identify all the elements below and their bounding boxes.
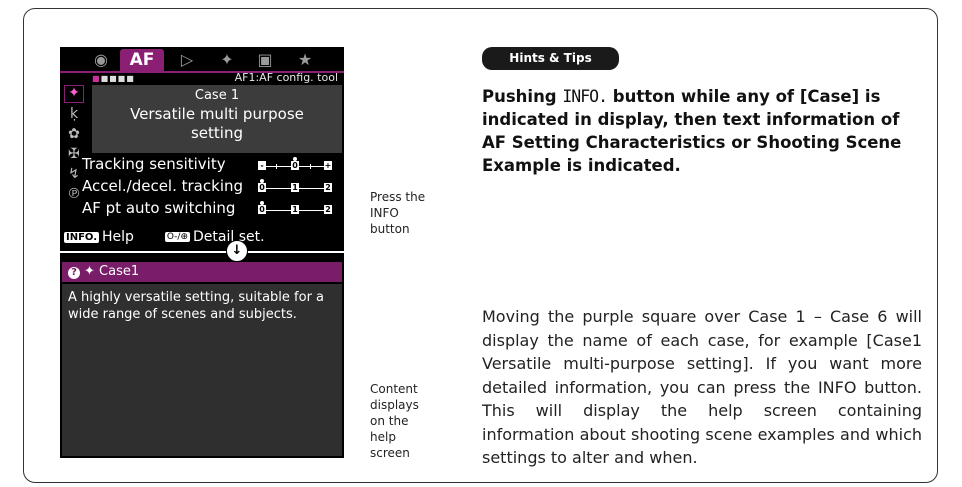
help-body: A highly versatile setting, suitable for… [62, 284, 342, 456]
star-icon[interactable]: ★ [290, 49, 320, 71]
camera-menu-screen: ◉ AF ▷ ✦ ▣ ★ ■■■■■ AF1:AF config. tool ✦… [60, 47, 344, 251]
tracking-sensitivity-scale: - 0 + [258, 157, 332, 172]
case1-small-icon: ✦ [84, 264, 100, 279]
detail-set-icon[interactable]: O-/⊕ [164, 232, 190, 242]
menu-breadcrumb: AF1:AF config. tool [234, 71, 338, 84]
down-arrow-icon: ↓ [226, 240, 248, 262]
menu-tabs: ◉ AF ▷ ✦ ▣ ★ [60, 47, 344, 73]
case5-icon[interactable]: ↯ [64, 165, 84, 183]
setting-af-pt-auto-switching[interactable]: AF pt auto switching [82, 199, 235, 217]
question-icon: ? [68, 267, 80, 279]
help-label: Help [102, 229, 134, 245]
case-desc-line1: Versatile multi purpose [130, 105, 304, 123]
case6-icon[interactable]: ℗ [64, 185, 84, 203]
hint-text: Pushing INFO. button while any of [Case]… [482, 87, 902, 175]
case1-icon[interactable]: ✦ [64, 85, 84, 103]
info-inline-icon: INFO. [562, 87, 608, 106]
help-screen: ? ✦ Case1 A highly versatile setting, sui… [60, 253, 344, 458]
case4-icon[interactable]: ✠ [64, 145, 84, 163]
wrench-icon[interactable]: ✦ [212, 49, 242, 71]
help-header-title: Case1 [99, 264, 140, 279]
content-displays-label: Content displays on the help screen [370, 382, 419, 460]
case3-icon[interactable]: ✿ [64, 125, 84, 143]
af-pt-switching-scale: 0 1 2 [258, 201, 332, 216]
custom-function-icon[interactable]: ▣ [250, 49, 280, 71]
help-header: ? ✦ Case1 [62, 262, 342, 282]
explanation-paragraph: Moving the purple square over Case 1 – C… [482, 307, 922, 467]
playback-icon[interactable]: ▷ [172, 49, 202, 71]
page-dots: ■■■■■ [92, 74, 135, 83]
case-description-box: Case 1 Versatile multi purpose setting [92, 85, 342, 153]
hints-tips-badge: Hints & Tips [482, 47, 619, 70]
setting-tracking-sensitivity[interactable]: Tracking sensitivity [82, 155, 226, 173]
info-button-icon[interactable]: INFO. [64, 231, 100, 243]
press-info-label: Press the INFO button [370, 190, 426, 236]
camera-icon[interactable]: ◉ [86, 49, 116, 71]
setting-accel-decel-tracking[interactable]: Accel./decel. tracking [82, 177, 243, 195]
case-desc-line2: setting [190, 124, 243, 142]
accel-decel-scale: 0 1 2 [258, 179, 332, 194]
case2-icon[interactable]: ḳ [64, 105, 84, 123]
case-title: Case 1 [194, 88, 240, 103]
tab-af[interactable]: AF [120, 49, 164, 71]
